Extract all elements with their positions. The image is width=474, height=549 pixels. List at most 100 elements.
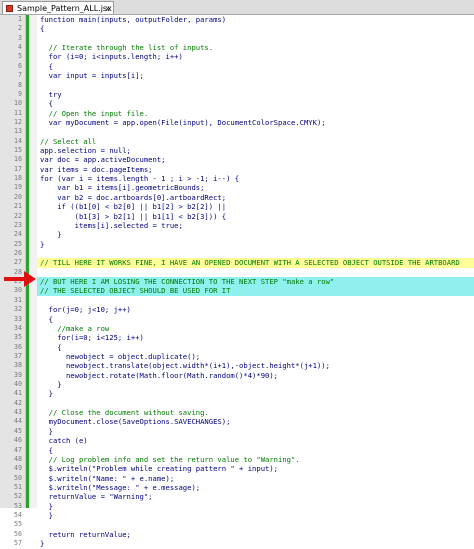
code-line[interactable]: 2{ [18,24,474,34]
code-text: } [40,380,62,390]
code-line[interactable]: 25} [14,239,474,249]
code-line[interactable]: 53 } [14,502,474,511]
code-line[interactable]: 37 newobject = object.duplicate(); [14,352,474,361]
line-number: 27 [14,258,22,267]
code-line[interactable]: 31 [14,296,474,305]
code-line[interactable]: 19 var b1 = items[i].geometricBounds; [14,183,474,193]
line-number: 26 [14,248,22,257]
line-number: 16 [14,155,22,164]
code-line[interactable]: 27 // TILL HERE IT WORKS FINE, I HAVE AN … [14,258,474,268]
code-text: // BUT HERE I AM LOSING THE CONNECTION T… [40,277,335,287]
code-line[interactable]: 56 return returnValue; [14,529,474,539]
code-line[interactable]: 41 } [14,389,474,398]
code-line[interactable]: 10 { [14,99,474,109]
code-line[interactable]: 9 try [18,90,474,99]
code-text: } [40,539,45,549]
code-line[interactable]: 17 var items = doc.pageItems; [14,165,474,174]
code-line[interactable]: 35 for(i=0; i<125; i++) [14,333,474,342]
code-text: } [40,239,45,249]
line-number: 17 [14,164,22,173]
code-line[interactable]: 45 } [14,427,474,436]
line-number: 50 [14,473,22,482]
code-line[interactable]: 36 { [14,342,474,352]
code-line[interactable]: 33 { [14,315,474,324]
code-line[interactable]: 12 var myDocument = app.open(File(input)… [14,118,474,127]
line-number: 55 [14,520,22,529]
code-line[interactable]: 1 function main(inputs, outputFolder, par… [18,15,474,24]
code-line[interactable]: 13 [14,127,474,136]
code-line[interactable]: 7 var input = inputs[i]; [18,71,474,80]
code-line[interactable]: 20 var b2 = doc.artboards[0].artboardRec… [14,193,474,202]
line-number: 11 [14,108,22,117]
line-number: 15 [14,146,22,155]
code-line[interactable]: 11 // Open the input file. [14,108,474,118]
code-line[interactable]: 40 } [14,380,474,390]
line-number: 24 [14,230,22,239]
tab-label: Sample_Pattern_ALL.jsx [17,4,112,13]
close-icon[interactable]: x [105,2,110,15]
code-line[interactable]: 29// BUT HERE I AM LOSING THE CONNECTION… [14,277,474,287]
code-line[interactable]: 6 { [18,61,474,71]
code-line[interactable]: 47 { [14,445,474,455]
save-icon [6,5,13,12]
tab-sample-pattern[interactable]: Sample_Pattern_ALL.jsx x [2,1,114,14]
line-number: 12 [14,117,22,126]
code-line[interactable]: 49 $.writeln("Problem while creating pat… [14,464,474,474]
code-line[interactable]: 42 [14,399,474,408]
code-text: } [40,511,53,521]
code-line[interactable]: 26 [14,249,474,258]
line-number: 41 [14,389,22,398]
code-line[interactable]: 43 // Close the document without saving. [14,408,474,417]
code-line[interactable]: 4 // Iterate through the list of inputs. [18,43,474,53]
code-text: var b1 = items[i].geometricBounds; [40,183,205,193]
code-line[interactable]: 15 app.selection = null; [14,146,474,156]
code-line[interactable]: 48 // Log problem info and set the retur… [14,455,474,464]
code-line[interactable]: 18 for (var i = items.length - 1 ; i > -1… [14,174,474,183]
line-number: 43 [14,408,22,417]
line-number: 35 [14,333,22,342]
code-text: return returnValue; [40,529,131,539]
code-line[interactable]: 5 for (i=0; i<inputs.length; i++) [18,52,474,61]
line-number: 49 [14,464,22,473]
code-text: $.writeln("Problem while creating patter… [40,464,278,474]
line-number: 57 [14,539,22,548]
code-line[interactable]: 14 // Select all [14,136,474,146]
code-line[interactable]: 54 } [14,511,474,521]
code-text: { [40,61,53,71]
code-text: { [40,24,45,34]
code-line[interactable]: 8 [18,81,474,90]
code-line[interactable]: 21 if ((b1[0] < b2[0] || b1[2] > b2[2]) … [14,202,474,211]
code-text: app.selection = null; [40,146,131,156]
code-line[interactable]: 34 //make a row [14,323,474,333]
code-line[interactable]: 50 $.writeln("Name: " + e.name); [14,474,474,483]
code-text: function main(inputs, outputFolder, para… [40,15,227,24]
code-text: // Select all [40,136,97,146]
code-text: // Open the input file. [40,108,149,118]
code-line[interactable]: 24 } [14,230,474,239]
code-line[interactable]: 39 newobject.rotate(Math.floor(Math.rand… [14,371,474,380]
code-line[interactable]: 38 newobject.translate(object.width*(i+1… [14,361,474,370]
code-text: { [40,445,53,455]
code-editor[interactable]: 1 function main(inputs, outputFolder, par… [0,15,474,548]
code-line[interactable]: 55 [14,520,474,529]
code-line[interactable]: 28 [14,268,474,277]
code-line[interactable]: 23 items[i].selected = true; [14,221,474,230]
code-line[interactable]: 52 returnValue = "Warning"; [14,492,474,501]
code-line[interactable]: 46 catch (e) [14,436,474,445]
code-line[interactable]: 32 for(j=0; j<10; j++) [14,305,474,314]
code-area[interactable]: 1 function main(inputs, outputFolder, par… [14,15,474,549]
fold-margin[interactable] [29,15,37,508]
code-text: //make a row [40,323,110,333]
code-text: // Iterate through the list of inputs. [40,43,214,53]
code-line[interactable]: 44 myDocument.close(SaveOptions.SAVECHAN… [14,417,474,427]
code-line[interactable]: 57} [14,539,474,549]
code-text: { [40,99,53,109]
code-text: { [40,342,62,352]
code-line[interactable]: 22 (b1[3] > b2[1] || b1[1] < b2[3])) { [14,212,474,221]
code-line[interactable]: 30// THE SELECTED OBJECT SHOULD BE USED … [14,286,474,296]
code-line[interactable]: 16 var doc = app.activeDocument; [14,155,474,164]
line-number: 32 [14,305,22,314]
code-line[interactable]: 3 [18,34,474,43]
code-text: myDocument.close(SaveOptions.SAVECHANGES… [40,417,231,427]
code-line[interactable]: 51 $.writeln("Message: " + e.message); [14,483,474,492]
